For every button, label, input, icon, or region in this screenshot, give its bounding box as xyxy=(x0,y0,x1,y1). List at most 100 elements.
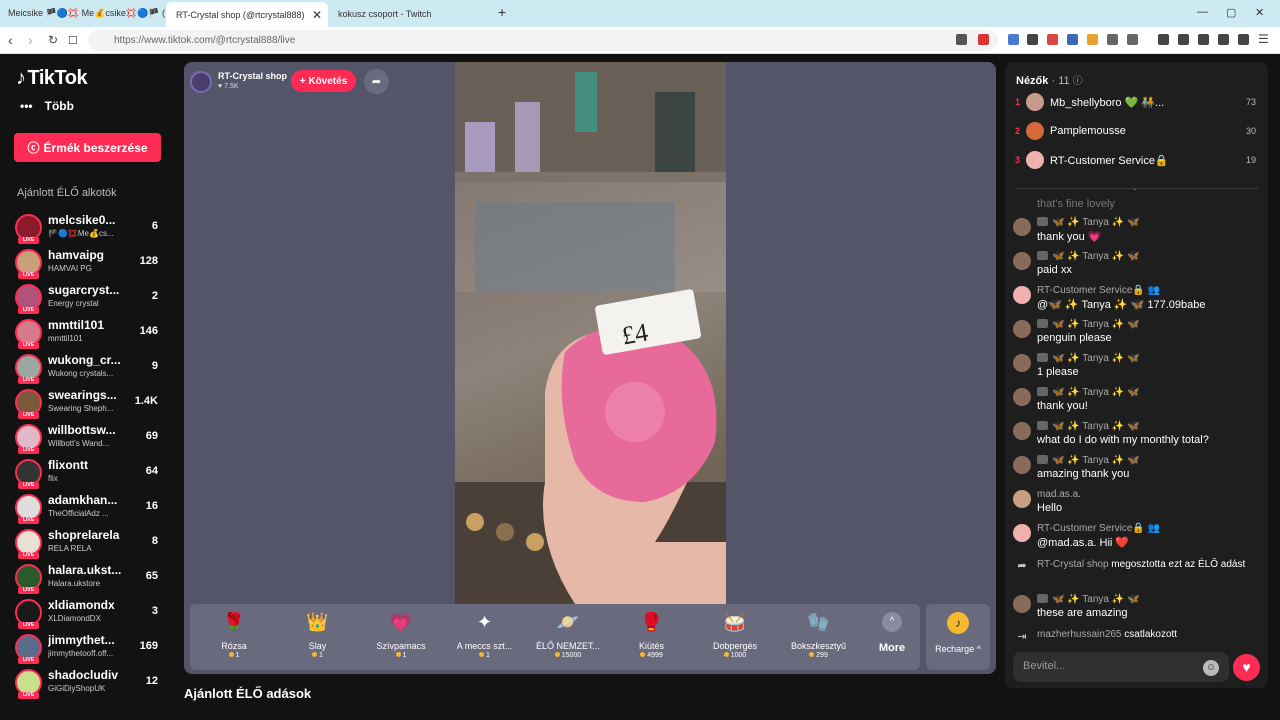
creator-item[interactable]: LIVE melcsike0... 🏴🔵💢Me💰cs... 6 xyxy=(15,211,165,245)
creator-item[interactable]: LIVE mmttil101 mmttil101 146 xyxy=(15,316,165,350)
viewer-score: 30 xyxy=(1245,126,1256,136)
gift-item[interactable]: 🌹 Rózsa 1 xyxy=(194,608,274,668)
avatar[interactable] xyxy=(1026,122,1044,140)
avatar[interactable] xyxy=(1013,218,1031,236)
creator-item[interactable]: LIVE jimmythet... jimmythetooff.off... 169 xyxy=(15,631,165,665)
new-tab-button[interactable]: + xyxy=(498,4,506,20)
creator-item[interactable]: LIVE sugarcryst... Energy crystal 2 xyxy=(15,281,165,315)
creator-item[interactable]: LIVE wukong_cr... Wukong crystals... 9 xyxy=(15,351,165,385)
reload-icon[interactable]: ↻ xyxy=(48,33,58,47)
avatar[interactable] xyxy=(1013,354,1031,372)
gift-item[interactable]: 🥊 Kiütés 4999 xyxy=(612,608,692,668)
sender-name[interactable]: RT-Customer Service🔒 👥 xyxy=(1037,523,1160,534)
wallet-icon[interactable] xyxy=(1198,34,1209,45)
live-badge: LIVE xyxy=(18,587,39,594)
extension-icon[interactable] xyxy=(1127,34,1138,45)
top-viewer-row[interactable]: 2 Pamplemousse 30 xyxy=(1015,122,1258,142)
top-viewer-row[interactable]: 3 RT-Customer Service🔒 19 xyxy=(1015,151,1258,171)
address-bar[interactable]: https://www.tiktok.com/@rtcrystal888/liv… xyxy=(88,30,998,51)
chat-input[interactable]: Bevitel... xyxy=(1013,652,1229,682)
sidebar-icon[interactable] xyxy=(1178,34,1189,45)
avatar[interactable] xyxy=(1013,286,1031,304)
like-heart-button[interactable]: ♥ xyxy=(1233,654,1260,681)
viewer-count: 169 xyxy=(139,640,158,652)
chevron-up-icon: ^ xyxy=(882,612,902,632)
live-video[interactable]: £4 xyxy=(455,62,726,604)
sender-name[interactable]: 🦋 ✨ Tanya ✨ 🦋 xyxy=(1052,387,1139,398)
avatar[interactable] xyxy=(1026,93,1044,111)
sender-name[interactable]: 🦋 ✨ Tanya ✨ 🦋 xyxy=(1052,421,1139,432)
sparkle-icon[interactable] xyxy=(1218,34,1229,45)
forward-icon[interactable]: › xyxy=(28,32,33,48)
tab-rt-crystal[interactable]: RT-Crystal shop (@rtcrystal888) ✕ xyxy=(166,2,328,27)
avatar[interactable] xyxy=(1013,422,1031,440)
creator-item[interactable]: LIVE adamkhan... TheOfficialAdz ... 16 xyxy=(15,491,165,525)
menu-icon[interactable]: ☰ xyxy=(1258,32,1269,46)
vpn-icon[interactable] xyxy=(1238,34,1249,45)
gift-item[interactable]: 💗 Szívpamacs 1 xyxy=(361,608,441,668)
creator-item[interactable]: LIVE halara.ukst... Halara.ukstore 65 xyxy=(15,561,165,595)
sender-name[interactable]: 🦋 ✨ Tanya ✨ 🦋 xyxy=(1052,319,1139,330)
avatar[interactable] xyxy=(1013,490,1031,508)
sender-name[interactable]: RT-Customer Service🔒 👥 xyxy=(1037,285,1160,296)
shield-icon[interactable] xyxy=(956,34,967,45)
avatar[interactable] xyxy=(1013,388,1031,406)
avatar[interactable] xyxy=(1013,320,1031,338)
avatar[interactable] xyxy=(1013,524,1031,542)
avatar[interactable] xyxy=(1013,252,1031,270)
music-icon[interactable] xyxy=(1158,34,1169,45)
gift-item[interactable]: 🥁 Dobpergés 1000 xyxy=(695,608,775,668)
maximize-button[interactable]: ▢ xyxy=(1226,6,1236,19)
host-info[interactable]: RT-Crystal shop ♥ 7.5K xyxy=(190,69,287,94)
avatar[interactable] xyxy=(1026,151,1044,169)
avatar[interactable] xyxy=(1013,595,1031,613)
puzzle-icon[interactable] xyxy=(1107,34,1118,45)
gift-item[interactable]: ✦ A meccs szt... 1 xyxy=(445,608,525,668)
emoji-icon[interactable]: ☺ xyxy=(1203,660,1219,676)
warning-icon[interactable] xyxy=(978,34,989,45)
info-icon[interactable]: ⓘ xyxy=(1073,76,1083,87)
tab-meicsike[interactable]: Meicsike 🏴🔵💢 Me💰csike💢🔵🏴 (@... xyxy=(0,0,165,27)
sender-name[interactable]: 🦋 ✨ Tanya ✨ 🦋 xyxy=(1052,217,1139,228)
follow-button[interactable]: + Követés xyxy=(291,70,356,92)
sender-name[interactable]: 🦋 ✨ Tanya ✨ 🦋 xyxy=(1052,251,1139,262)
live-player: £4 RT-Crystal shop ♥ 7.5K + Követés ➦ 🌹 R… xyxy=(184,62,996,674)
extension-icon[interactable] xyxy=(1087,34,1098,45)
recharge-button[interactable]: ♪ Recharge ^ xyxy=(926,604,990,670)
tab-twitch[interactable]: kokusz csoport - Twitch xyxy=(330,0,490,27)
share-icon[interactable]: ➦ xyxy=(364,69,389,94)
sender-name[interactable]: 🦋 ✨ Tanya ✨ 🦋 xyxy=(1052,455,1139,466)
extension-icon[interactable] xyxy=(1027,34,1038,45)
extension-icon[interactable] xyxy=(1067,34,1078,45)
creator-item[interactable]: LIVE willbottsw... Willbott's Wand... 69 xyxy=(15,421,165,455)
translate-icon[interactable] xyxy=(1008,34,1019,45)
back-icon[interactable]: ‹ xyxy=(8,32,13,48)
avatar[interactable] xyxy=(1013,456,1031,474)
viewer-count: 12 xyxy=(145,675,158,687)
tiktok-logo[interactable]: ♪ TikTok xyxy=(16,67,88,90)
close-window-button[interactable]: ✕ xyxy=(1255,6,1264,19)
host-avatar[interactable] xyxy=(190,70,212,93)
creator-item[interactable]: LIVE shadocludiv GiGiDiyShopUK 12 xyxy=(15,666,165,700)
gift-item[interactable]: 🧤 Bokszkesztyű 299 xyxy=(779,608,859,668)
creator-item[interactable]: LIVE xldiamondx XLDiamondDX 3 xyxy=(15,596,165,630)
live-badge: LIVE xyxy=(18,377,39,384)
creator-item[interactable]: LIVE flixontt flix 64 xyxy=(15,456,165,490)
creator-item[interactable]: LIVE hamvaipg HAMVAI PG 128 xyxy=(15,246,165,280)
creator-subtitle: jimmythetooff.off... xyxy=(48,649,114,658)
creator-item[interactable]: LIVE swearings... Swearing Sheph... 1.4K xyxy=(15,386,165,420)
creator-item[interactable]: LIVE shoprelarela RELA RELA 8 xyxy=(15,526,165,560)
get-coins-button[interactable]: ⓒ Érmék beszerzése xyxy=(14,133,161,162)
gift-item[interactable]: 👑 Slay 1 xyxy=(278,608,358,668)
more-menu[interactable]: ••• Több xyxy=(20,99,74,113)
close-tab-icon[interactable]: ✕ xyxy=(312,8,322,22)
bookmark-icon[interactable]: ☐ xyxy=(68,34,78,47)
sender-name[interactable]: mad.as.a. xyxy=(1037,489,1081,500)
sender-name[interactable]: 🦋 ✨ Tanya ✨ 🦋 xyxy=(1052,353,1139,364)
extension-icon[interactable] xyxy=(1047,34,1058,45)
gift-item[interactable]: 🪐 ÉLŐ NEMZET... 15000 xyxy=(528,608,608,668)
minimize-button[interactable]: — xyxy=(1197,6,1208,18)
top-viewer-row[interactable]: 1 Mb_shellyboro 💚 🧑‍🤝‍🧑... 73 xyxy=(1015,93,1258,113)
host-name[interactable]: RT-Crystal shop xyxy=(218,71,287,81)
more-gifts-button[interactable]: ^ More xyxy=(870,608,914,666)
